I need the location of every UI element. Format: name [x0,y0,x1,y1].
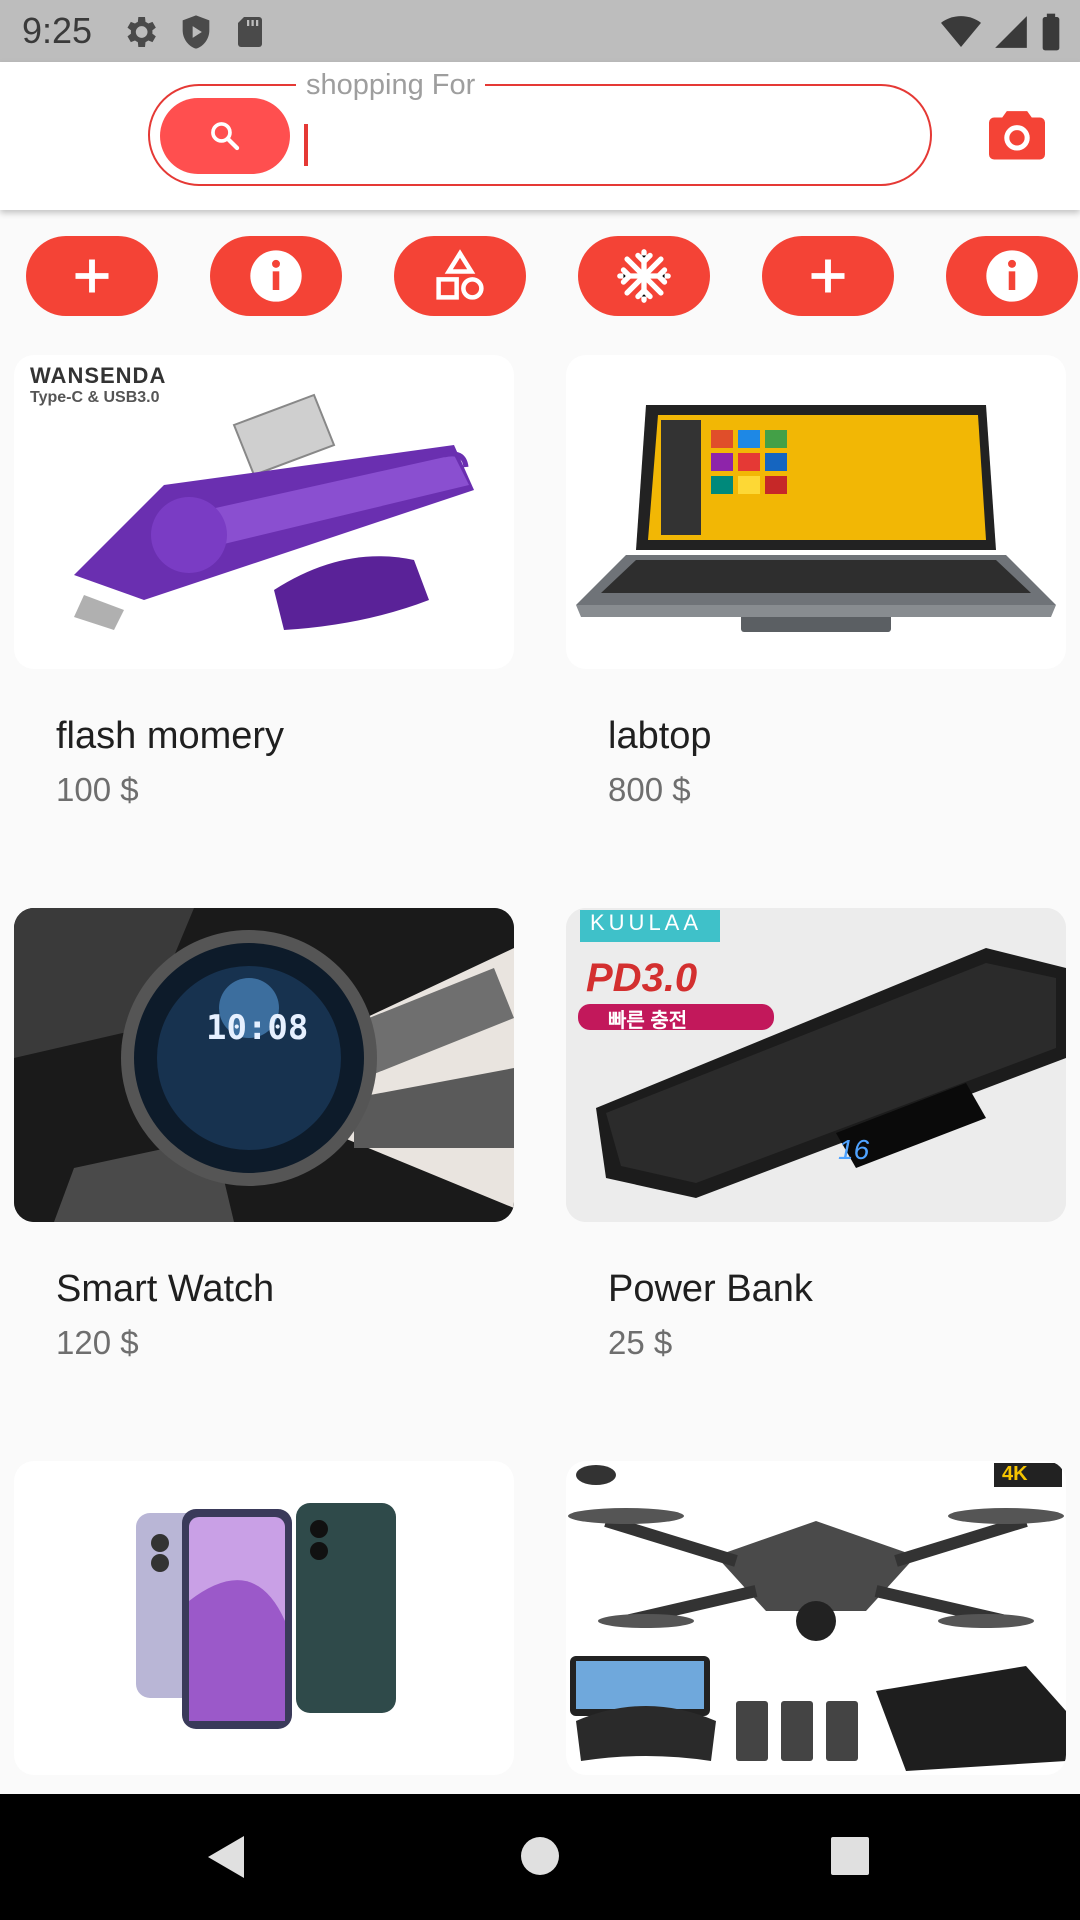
power-bank-display: 16 [838,1134,870,1165]
search-input[interactable] [302,114,906,166]
recents-icon[interactable] [830,1836,870,1876]
product-image-smart-watch: 10:08 [14,908,514,1222]
product-image-phones [14,1461,514,1775]
4k-badge: 4K [1002,1463,1028,1485]
category-button-shapes[interactable] [394,236,526,316]
plus-icon [811,259,845,293]
category-button-info[interactable] [210,236,342,316]
plus-icon [75,259,109,293]
snowflake-icon [617,249,671,303]
product-price: 100 $ [56,771,139,808]
product-name: Smart Watch [56,1268,275,1310]
usb-drive-illustration [74,393,474,630]
pd-label: PD3.0 [586,956,698,1000]
brand-text-kuulaa: KUULAA [590,910,703,935]
product-price: 120 $ [56,1324,139,1361]
category-button-add-2[interactable] [762,236,894,316]
phones-illustration [136,1503,396,1729]
shapes-icon [436,249,484,300]
status-bar: 9:25 [0,0,1080,62]
drone-illustration [568,1463,1066,1771]
info-icon [250,250,302,302]
product-card-power-bank[interactable]: KUULAA PD3.0 빠른 충전 16 Power Bank 25 $ [566,908,1066,1361]
search-button[interactable] [160,98,290,174]
product-card-phones[interactable] [14,1461,514,1775]
product-image-power-bank: KUULAA PD3.0 빠른 충전 16 [566,908,1066,1222]
product-price: 25 $ [608,1324,673,1361]
laptop-illustration [576,405,1056,632]
cell-signal-icon [995,16,1027,48]
product-name: labtop [608,715,712,757]
product-card-smart-watch[interactable]: 10:08 Smart Watch 120 $ [14,908,514,1361]
search-label: shopping For [296,68,486,102]
text-caret [304,124,308,166]
product-image-laptop [566,355,1066,669]
watch-time-text: 10:08 [206,1008,309,1048]
home-icon[interactable] [520,1836,560,1876]
product-name: flash momery [56,715,285,757]
category-button-info-2[interactable] [946,236,1078,316]
shield-play-icon [182,15,210,49]
system-navigation-bar [0,1794,1080,1920]
gear-icon [127,17,156,47]
back-icon[interactable] [206,1834,246,1880]
product-card-drone[interactable]: 4K [566,1461,1066,1775]
wifi-icon [941,16,981,47]
product-image-drone: 4K [566,1461,1066,1775]
product-card-flash-memory[interactable]: WANSENDA Type-C & USB3.0 flash momery 10… [14,355,514,808]
camera-icon [989,111,1045,160]
search-icon [211,122,240,151]
info-icon [986,250,1038,302]
fast-charge-badge: 빠른 충전 [608,1010,688,1032]
product-image-flash-memory: WANSENDA Type-C & USB3.0 [14,355,514,669]
product-card-laptop[interactable]: labtop 800 $ [566,355,1066,808]
battery-icon [1042,13,1060,51]
product-price: 800 $ [608,771,691,808]
camera-button[interactable] [986,106,1048,162]
sd-card-icon [238,17,262,47]
category-button-add[interactable] [26,236,158,316]
watch-illustration [14,908,514,1222]
category-button-snowflake[interactable] [578,236,710,316]
product-name: Power Bank [608,1268,813,1310]
status-time: 9:25 [22,10,93,51]
